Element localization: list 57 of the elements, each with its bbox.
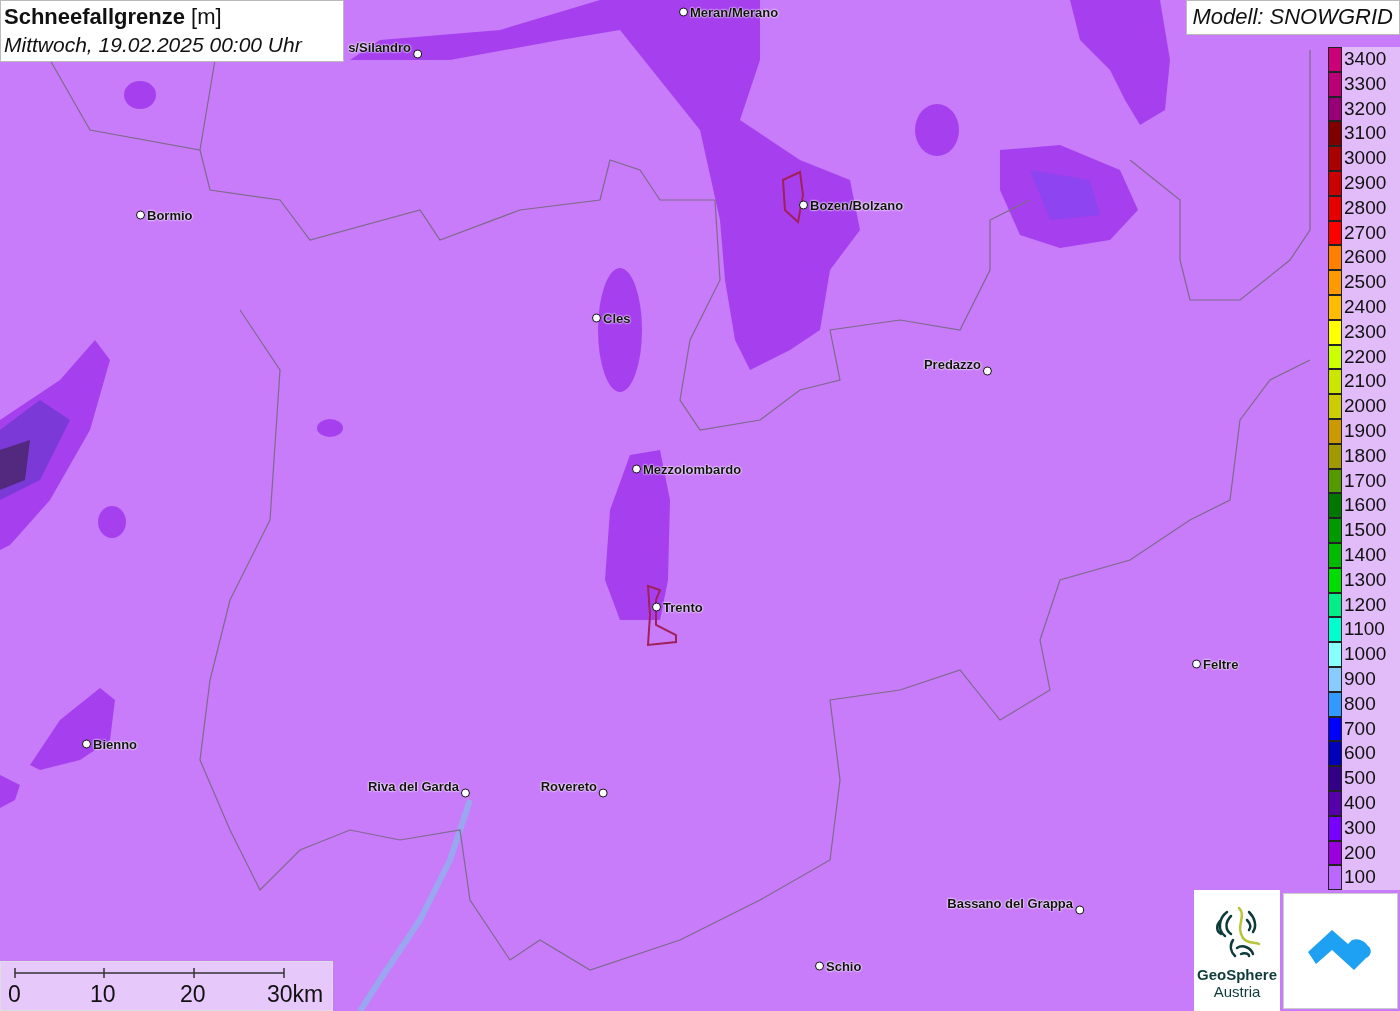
legend-label: 3000 <box>1343 146 1387 171</box>
legend-label: 1700 <box>1343 468 1387 493</box>
legend-label: 1100 <box>1343 617 1385 642</box>
legend-label: 1300 <box>1343 567 1387 592</box>
legend-label: 2200 <box>1343 344 1387 369</box>
legend-label: 2600 <box>1343 245 1387 270</box>
legend-label: 100 <box>1343 865 1376 890</box>
scale-label: 20 <box>180 981 206 1008</box>
legend-label: 1500 <box>1343 518 1387 543</box>
map-title: Schneefallgrenze [m] <box>4 3 223 31</box>
legend-label: 2900 <box>1343 171 1387 195</box>
city-label: Meran/Merano <box>690 4 779 20</box>
legend-label: 400 <box>1343 790 1376 815</box>
legend-label: 3400 <box>1343 47 1387 71</box>
legend-label: 2400 <box>1343 294 1387 319</box>
legend-label: 1800 <box>1343 443 1387 468</box>
model-label: Modell: SNOWGRID <box>1185 0 1400 35</box>
legend-label: 800 <box>1343 691 1376 716</box>
legend-label: 2700 <box>1343 220 1387 245</box>
logo-subtitle: Austria <box>1213 983 1261 1000</box>
city-label: Predazzo <box>923 356 981 372</box>
legend-label: 2100 <box>1343 369 1387 394</box>
city-label: Bienno <box>93 736 138 752</box>
legend-label: 1600 <box>1343 493 1387 518</box>
city-label: Schio <box>826 958 862 974</box>
legend-label: 900 <box>1343 666 1376 691</box>
city-label: Bassano del Grappa <box>947 895 1073 911</box>
logo-name: GeoSphere <box>1197 966 1277 983</box>
legend-label: 200 <box>1343 840 1376 865</box>
map-date: Mittwoch, 19.02.2025 00:00 Uhr <box>4 32 304 58</box>
legend-label: 3100 <box>1343 121 1387 146</box>
city-label: Bozen/Bolzano <box>810 197 904 213</box>
city-label: Rovereto <box>540 778 597 794</box>
city-label: Feltre <box>1203 656 1239 672</box>
scale-label: 30km <box>267 981 324 1008</box>
city-label: Trento <box>663 599 703 615</box>
legend-label: 600 <box>1343 741 1376 766</box>
legend-label: 2500 <box>1343 270 1387 295</box>
legend-label: 300 <box>1343 815 1376 840</box>
legend-label: 700 <box>1343 716 1376 741</box>
legend-label: 3300 <box>1343 71 1387 96</box>
city-label: Riva del Garda <box>367 778 459 794</box>
legend-label: 2800 <box>1343 195 1387 220</box>
legend-label: 1200 <box>1343 592 1387 617</box>
legend-label: 1400 <box>1343 542 1387 567</box>
legend-label: 3200 <box>1343 96 1387 121</box>
scale-label: 0 <box>8 981 21 1008</box>
city-label: Cles <box>603 310 631 326</box>
legend-label: 1900 <box>1343 418 1387 443</box>
legend-label: 2000 <box>1343 394 1387 419</box>
city-label: Mezzolombardo <box>643 461 742 477</box>
legend-label: 500 <box>1343 766 1376 791</box>
legend-label: 2300 <box>1343 319 1387 344</box>
city-label: Bormio <box>147 207 193 223</box>
scale-label: 10 <box>90 981 116 1008</box>
city-label: s/Silandro <box>348 39 411 55</box>
legend-label: 1000 <box>1343 642 1387 667</box>
